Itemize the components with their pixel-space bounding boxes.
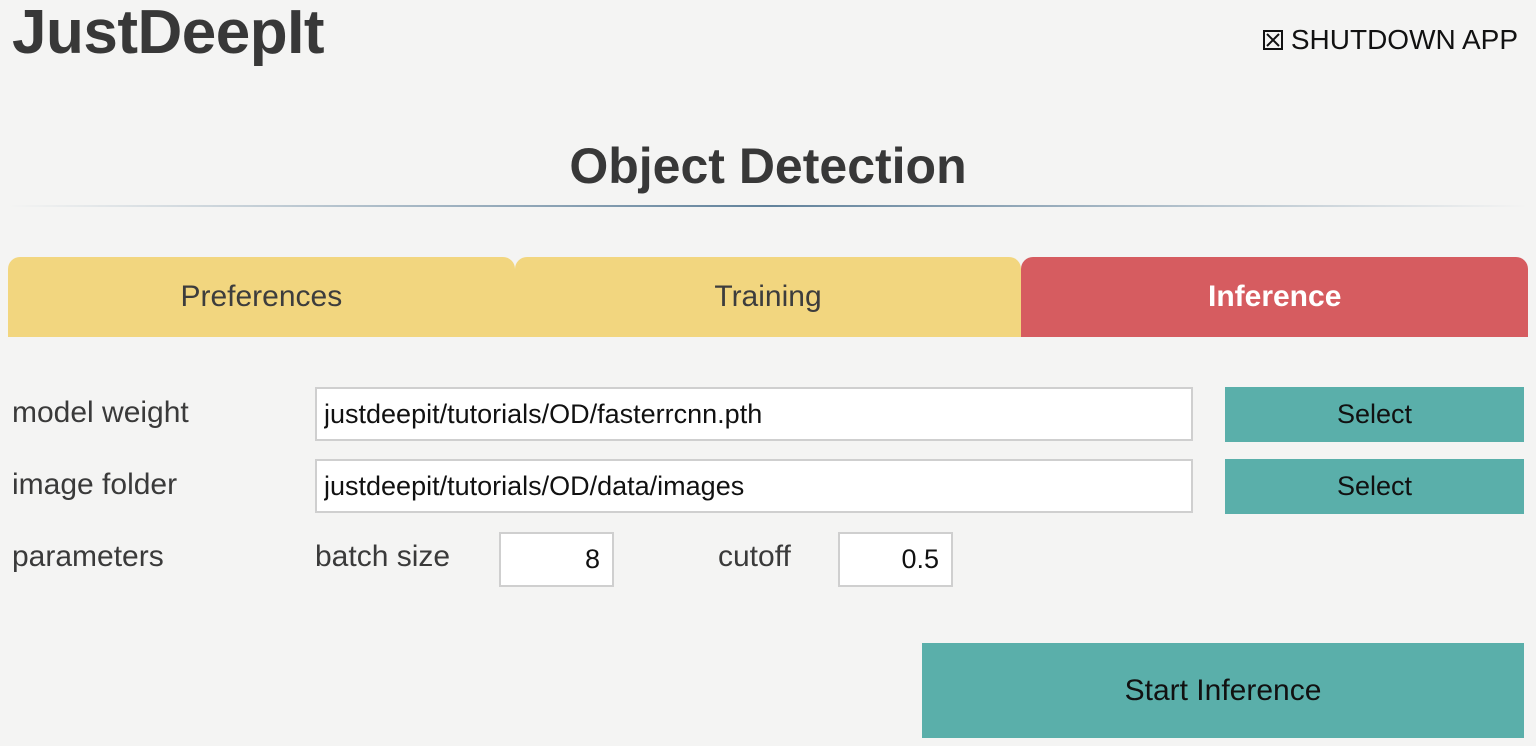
batch-size-input[interactable] (499, 532, 614, 587)
model-weight-select-button[interactable]: Select (1225, 387, 1524, 442)
model-weight-label: model weight (12, 396, 189, 429)
shutdown-app-button[interactable]: SHUTDOWN APP (1262, 24, 1518, 56)
image-folder-select-button[interactable]: Select (1225, 459, 1524, 514)
tab-training[interactable]: Training (514, 257, 1022, 337)
app-title: JustDeepIt (12, 0, 324, 67)
checkbox-x-icon (1262, 30, 1283, 50)
tab-bar: Preferences Training Inference (8, 257, 1529, 337)
shutdown-label: SHUTDOWN APP (1290, 24, 1518, 55)
tab-inference[interactable]: Inference (1021, 257, 1529, 337)
start-inference-button[interactable]: Start Inference (922, 643, 1524, 738)
parameters-label: parameters (12, 540, 164, 573)
cutoff-input[interactable] (838, 532, 953, 587)
batch-size-label: batch size (315, 540, 451, 573)
image-folder-input[interactable] (315, 459, 1193, 513)
page-title: Object Detection (569, 138, 967, 194)
image-folder-label: image folder (12, 468, 178, 501)
model-weight-input[interactable] (315, 387, 1193, 441)
tab-preferences[interactable]: Preferences (8, 257, 515, 337)
title-divider (8, 205, 1528, 207)
cutoff-label: cutoff (718, 540, 791, 573)
